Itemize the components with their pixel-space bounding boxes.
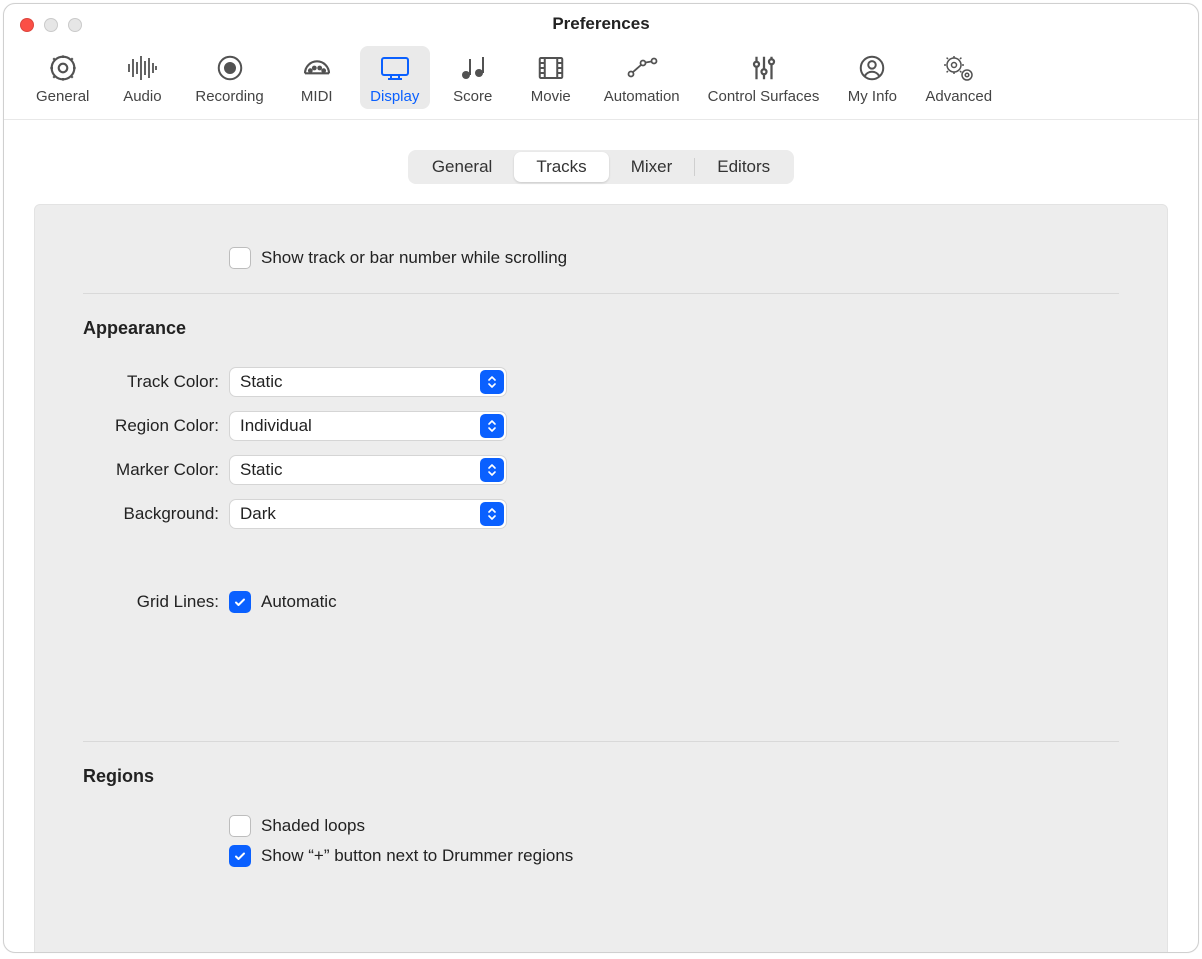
preferences-window: Preferences General [3, 3, 1199, 953]
close-button[interactable] [20, 18, 34, 32]
toolbar-automation[interactable]: Automation [594, 46, 690, 109]
select-value-track-color: Static [240, 372, 283, 392]
content-area: General Tracks Mixer Editors Show track … [4, 120, 1198, 953]
midi-icon [299, 52, 335, 84]
subtab-general[interactable]: General [410, 152, 514, 182]
toolbar-midi[interactable]: MIDI [282, 46, 352, 109]
appearance-form: Track Color: Static Region Color: Indivi… [83, 367, 1119, 613]
display-icon [377, 52, 413, 84]
checkbox-drummer-plus[interactable] [229, 845, 251, 867]
minimize-button[interactable] [44, 18, 58, 32]
select-value-marker-color: Static [240, 460, 283, 480]
row-shaded-loops: Shaded loops [229, 815, 1119, 837]
toolbar-audio[interactable]: Audio [107, 46, 177, 109]
checkbox-shaded-loops[interactable] [229, 815, 251, 837]
movie-icon [533, 52, 569, 84]
record-icon [212, 52, 248, 84]
toolbar-my-info[interactable]: My Info [837, 46, 907, 109]
label-grid-lines-automatic: Automatic [261, 592, 337, 612]
subtab-editors[interactable]: Editors [695, 152, 792, 182]
section-regions-title: Regions [83, 766, 1119, 787]
sliders-icon [746, 52, 782, 84]
label-grid-lines: Grid Lines: [83, 592, 229, 612]
toolbar-recording[interactable]: Recording [185, 46, 273, 109]
automation-icon [624, 52, 660, 84]
label-track-color: Track Color: [83, 372, 229, 392]
person-icon [854, 52, 890, 84]
zoom-button[interactable] [68, 18, 82, 32]
select-region-color[interactable]: Individual [229, 411, 507, 441]
subtabs: General Tracks Mixer Editors [408, 150, 794, 184]
toolbar-control-surfaces[interactable]: Control Surfaces [698, 46, 830, 109]
row-track-color: Track Color: Static [83, 367, 1119, 397]
row-marker-color: Marker Color: Static [83, 455, 1119, 485]
label-show-number-scrolling: Show track or bar number while scrolling [261, 248, 567, 268]
toolbar-advanced[interactable]: Advanced [915, 46, 1002, 109]
window-title: Preferences [552, 14, 649, 34]
toolbar-movie[interactable]: Movie [516, 46, 586, 109]
select-track-color[interactable]: Static [229, 367, 507, 397]
chevrons-icon [480, 370, 504, 394]
label-drummer-plus: Show “+” button next to Drummer regions [261, 846, 573, 866]
toolbar-general[interactable]: General [26, 46, 99, 109]
settings-panel: Show track or bar number while scrolling… [34, 204, 1168, 953]
toolbar: General Audio [4, 44, 1198, 120]
row-drummer-plus: Show “+” button next to Drummer regions [229, 845, 1119, 867]
titlebar: Preferences [4, 4, 1198, 44]
subtab-tracks[interactable]: Tracks [514, 152, 608, 182]
checkbox-grid-lines[interactable] [229, 591, 251, 613]
gear-icon [45, 52, 81, 84]
label-background: Background: [83, 504, 229, 524]
chevrons-icon [480, 414, 504, 438]
select-value-background: Dark [240, 504, 276, 524]
row-region-color: Region Color: Individual [83, 411, 1119, 441]
divider [83, 293, 1119, 294]
chevrons-icon [480, 502, 504, 526]
select-background[interactable]: Dark [229, 499, 507, 529]
row-show-number-scrolling: Show track or bar number while scrolling [229, 247, 1119, 269]
label-shaded-loops: Shaded loops [261, 816, 365, 836]
chevrons-icon [480, 458, 504, 482]
row-grid-lines: Grid Lines: Automatic [83, 591, 1119, 613]
select-value-region-color: Individual [240, 416, 312, 436]
score-icon [455, 52, 491, 84]
divider [83, 741, 1119, 742]
section-appearance-title: Appearance [83, 318, 1119, 339]
window-controls [20, 18, 82, 32]
toolbar-display[interactable]: Display [360, 46, 430, 109]
select-marker-color[interactable]: Static [229, 455, 507, 485]
label-region-color: Region Color: [83, 416, 229, 436]
row-background: Background: Dark [83, 499, 1119, 529]
label-marker-color: Marker Color: [83, 460, 229, 480]
toolbar-score[interactable]: Score [438, 46, 508, 109]
checkbox-show-number-scrolling[interactable] [229, 247, 251, 269]
gears-icon [941, 52, 977, 84]
waveform-icon [124, 52, 160, 84]
subtab-mixer[interactable]: Mixer [609, 152, 695, 182]
